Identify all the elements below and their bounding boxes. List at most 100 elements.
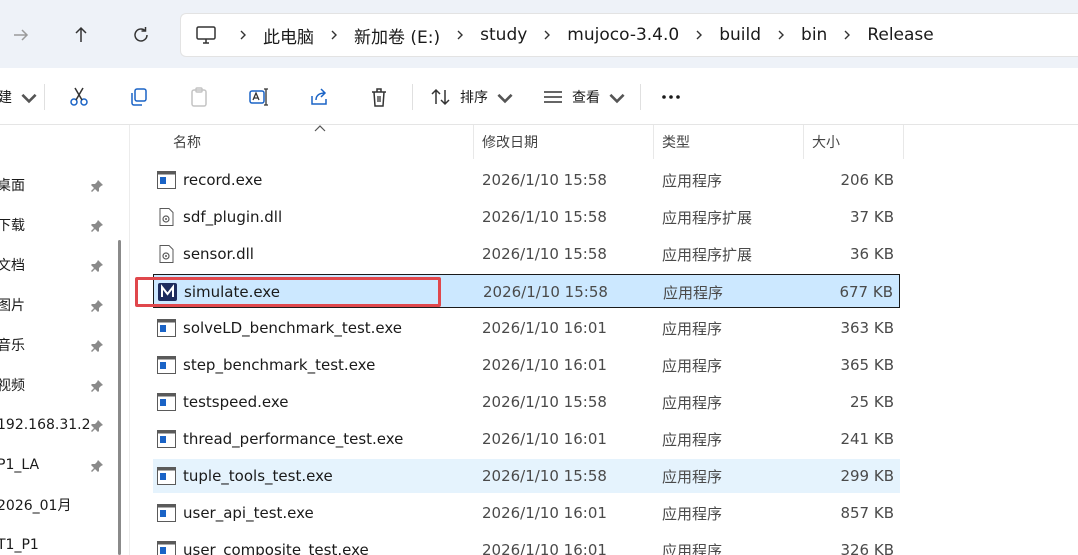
- file-size: 37 KB: [850, 208, 894, 226]
- copy-button[interactable]: [128, 82, 150, 112]
- file-size: 857 KB: [840, 504, 894, 522]
- file-name: simulate.exe: [184, 283, 280, 301]
- toolbar-divider: [412, 84, 413, 110]
- share-button[interactable]: [308, 82, 330, 112]
- pin-icon[interactable]: [90, 178, 104, 192]
- file-row[interactable]: user_api_test.exe 2026/1/10 16:01 应用程序 857 …: [153, 496, 900, 530]
- nav-item[interactable]: 文档: [0, 247, 112, 283]
- column-name[interactable]: 名称: [165, 125, 474, 159]
- file-type: 应用程序: [663, 283, 724, 302]
- file-size: 241 KB: [840, 430, 894, 448]
- breadcrumb-item[interactable]: build: [711, 25, 769, 45]
- pin-icon[interactable]: [90, 258, 104, 272]
- breadcrumb-item[interactable]: Release: [859, 25, 941, 45]
- delete-button[interactable]: [368, 82, 390, 112]
- more-options-button[interactable]: [660, 82, 682, 112]
- file-date: 2026/1/10 16:01: [482, 356, 607, 374]
- nav-scrollbar[interactable]: [118, 240, 121, 555]
- file-row[interactable]: solveLD_benchmark_test.exe 2026/1/10 16:0…: [153, 311, 900, 345]
- exe-icon: [157, 504, 176, 522]
- column-type[interactable]: 类型: [654, 125, 804, 159]
- pin-icon[interactable]: [90, 218, 104, 232]
- mujoco-icon: [158, 283, 177, 301]
- nav-item[interactable]: 图片: [0, 287, 112, 323]
- file-row[interactable]: step_benchmark_test.exe 2026/1/10 16:01 应用…: [153, 348, 900, 382]
- file-size: 299 KB: [840, 467, 894, 485]
- chevron-right-icon[interactable]: [231, 29, 255, 41]
- chevron-right-icon[interactable]: [835, 29, 859, 41]
- pin-icon[interactable]: [90, 418, 104, 432]
- file-date: 2026/1/10 16:01: [482, 430, 607, 448]
- pin-icon[interactable]: [90, 378, 104, 392]
- breadcrumb-item[interactable]: 新加卷 (E:): [346, 23, 448, 48]
- chevron-down-icon: [497, 93, 513, 104]
- nav-item-label: 下载: [0, 218, 25, 234]
- refresh-icon: [134, 27, 148, 42]
- chevron-right-icon[interactable]: [769, 29, 793, 41]
- chevron-right-icon[interactable]: [448, 29, 472, 41]
- file-name: solveLD_benchmark_test.exe: [183, 319, 403, 337]
- file-row[interactable]: simulate.exe 2026/1/10 15:58 应用程序 677 KB: [153, 274, 900, 308]
- file-row[interactable]: user_composite_test.exe 2026/1/10 16:01 应用…: [153, 533, 900, 555]
- file-row[interactable]: testspeed.exe 2026/1/10 15:58 应用程序 25 KB: [153, 385, 900, 419]
- file-size: 365 KB: [840, 356, 894, 374]
- file-row[interactable]: sensor.dll 2026/1/10 15:58 应用程序扩展 36 KB: [153, 237, 900, 271]
- rename-button[interactable]: [248, 82, 270, 112]
- file-type: 应用程序: [662, 356, 723, 375]
- chevron-right-icon[interactable]: [687, 29, 711, 41]
- file-row[interactable]: record.exe 2026/1/10 15:58 应用程序 206 KB: [153, 163, 900, 197]
- chevron-right-icon[interactable]: [322, 29, 346, 41]
- forward-button[interactable]: [0, 14, 42, 56]
- exe-icon: [157, 467, 176, 485]
- column-date[interactable]: 修改日期: [474, 125, 654, 159]
- file-size: 677 KB: [839, 283, 893, 301]
- column-date-label: 修改日期: [482, 135, 538, 151]
- nav-item[interactable]: 下载: [0, 207, 112, 243]
- rename-icon: [249, 88, 268, 106]
- exe-icon: [157, 356, 176, 374]
- refresh-button[interactable]: [120, 14, 162, 56]
- new-button[interactable]: 建: [0, 82, 40, 112]
- file-row[interactable]: sdf_plugin.dll 2026/1/10 15:58 应用程序扩展 37 KB: [153, 200, 900, 234]
- column-size[interactable]: 大小: [804, 125, 904, 159]
- nav-item[interactable]: 音乐: [0, 327, 112, 363]
- nav-item-label: P1_LA: [0, 457, 40, 473]
- nav-item[interactable]: 2026_01月: [0, 487, 112, 523]
- address-toolbar: 此电脑 新加卷 (E:) study mujoco-3.4.0 build bin Rele…: [0, 0, 1078, 68]
- this-pc-crumb[interactable]: [181, 24, 231, 46]
- nav-item[interactable]: 192.168.31.2: [0, 407, 112, 443]
- cut-button[interactable]: [68, 82, 90, 112]
- nav-item[interactable]: 视频: [0, 367, 112, 403]
- nav-item[interactable]: T1_P1: [0, 527, 112, 555]
- view-button[interactable]: 查看: [542, 82, 628, 112]
- trash-icon: [372, 88, 386, 107]
- file-row[interactable]: tuple_tools_test.exe 2026/1/10 15:58 应用程序 2…: [153, 459, 900, 493]
- up-button[interactable]: [60, 14, 102, 56]
- breadcrumb: 此电脑 新加卷 (E:) study mujoco-3.4.0 build bin Rele…: [231, 23, 942, 48]
- nav-item[interactable]: 桌面: [0, 167, 112, 203]
- breadcrumb-item[interactable]: mujoco-3.4.0: [559, 25, 687, 45]
- copy-icon: [131, 88, 147, 106]
- breadcrumb-item[interactable]: 此电脑: [255, 23, 322, 48]
- dll-icon: [157, 208, 176, 226]
- sort-button[interactable]: 排序: [430, 82, 516, 112]
- address-bar[interactable]: 此电脑 新加卷 (E:) study mujoco-3.4.0 build bin Rele…: [180, 13, 1078, 57]
- pin-icon[interactable]: [90, 338, 104, 352]
- column-size-label: 大小: [812, 135, 840, 151]
- file-name: sensor.dll: [183, 245, 254, 263]
- breadcrumb-item[interactable]: study: [472, 25, 535, 45]
- breadcrumb-item[interactable]: bin: [793, 25, 835, 45]
- chevron-right-icon[interactable]: [535, 29, 559, 41]
- pin-icon[interactable]: [90, 298, 104, 312]
- nav-item-label: 文档: [0, 258, 25, 274]
- exe-icon: [157, 171, 176, 189]
- nav-item[interactable]: P1_LA: [0, 447, 112, 483]
- file-type: 应用程序: [662, 467, 723, 486]
- file-date: 2026/1/10 15:58: [483, 283, 608, 301]
- file-row[interactable]: thread_performance_test.exe 2026/1/10 16:…: [153, 422, 900, 456]
- pin-icon[interactable]: [90, 458, 104, 472]
- nav-item-label: 桌面: [0, 178, 25, 194]
- command-bar: 建 排序 查看: [0, 68, 1078, 125]
- file-date: 2026/1/10 15:58: [482, 208, 607, 226]
- paste-button[interactable]: [188, 82, 210, 112]
